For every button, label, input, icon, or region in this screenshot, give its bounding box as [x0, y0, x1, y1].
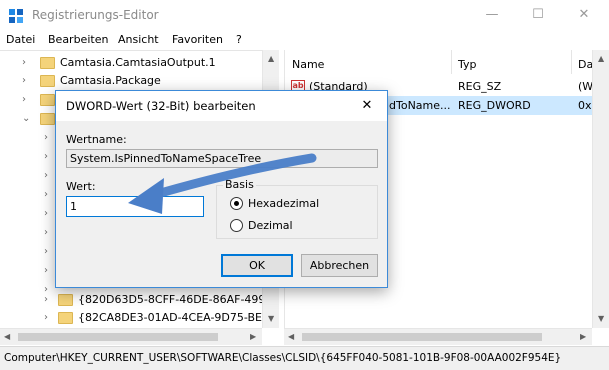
chevron-down-icon[interactable]: ⌄ — [22, 113, 30, 124]
menu-bar: Datei Bearbeiten Ansicht Favoriten ? — [0, 30, 609, 50]
scroll-right-icon[interactable]: ▶ — [250, 332, 256, 341]
menu-help[interactable]: ? — [236, 33, 242, 46]
dec-radio-label[interactable]: Dezimal — [248, 219, 293, 232]
edit-dword-dialog: DWORD-Wert (32-Bit) bearbeiten ✕ Wertnam… — [55, 90, 388, 288]
scroll-up-icon[interactable]: ▲ — [598, 54, 604, 63]
value-name-label: Wertname: — [66, 133, 127, 146]
dialog-close-button[interactable]: ✕ — [347, 91, 387, 121]
column-divider[interactable] — [451, 50, 452, 74]
registry-path: Computer\HKEY_CURRENT_USER\SOFTWARE\Clas… — [4, 352, 562, 364]
scroll-down-icon[interactable]: ▼ — [598, 314, 604, 323]
tree-horizontal-scrollbar[interactable]: ◀ ▶ — [0, 328, 262, 345]
value-type: REG_SZ — [458, 80, 502, 93]
registry-editor-icon — [8, 8, 24, 24]
column-divider[interactable] — [571, 50, 572, 74]
chevron-right-icon[interactable]: › — [22, 57, 26, 68]
tree-item[interactable]: › {820D63D5-8CFF-46DE-86AF-4997l — [0, 291, 275, 310]
scroll-left-icon[interactable]: ◀ — [4, 332, 10, 341]
tree-item[interactable]: › Camtasia.CamtasiaOutput.1 — [0, 54, 262, 73]
folder-icon — [40, 94, 55, 106]
value-data-input[interactable]: 1 — [66, 196, 204, 217]
scroll-thumb[interactable] — [18, 333, 218, 341]
base-label: Basis — [223, 178, 256, 191]
title-bar: Registrierungs-Editor — ☐ ✕ — [0, 0, 609, 30]
window-title: Registrierungs-Editor — [32, 8, 159, 22]
scroll-up-icon[interactable]: ▲ — [268, 54, 274, 63]
chevron-right-icon[interactable]: › — [44, 151, 48, 162]
chevron-right-icon[interactable]: › — [44, 132, 48, 143]
tree-item-label: {82CA8DE3-01AD-4CEA-9D75-BE4l — [78, 311, 273, 324]
scroll-right-icon[interactable]: ▶ — [580, 332, 586, 341]
tree-item-label: Camtasia.CamtasiaOutput.1 — [60, 56, 216, 69]
chevron-right-icon[interactable]: › — [44, 312, 48, 323]
tree-item[interactable]: › Camtasia.Package — [0, 72, 262, 91]
chevron-right-icon[interactable]: › — [22, 94, 26, 105]
values-horizontal-scrollbar[interactable]: ◀ ▶ — [284, 328, 592, 345]
cancel-button[interactable]: Abbrechen — [301, 254, 378, 277]
value-type: REG_DWORD — [458, 99, 531, 112]
tree-item-label: Camtasia.Package — [60, 74, 161, 87]
menu-bearbeiten[interactable]: Bearbeiten — [48, 33, 108, 46]
scroll-thumb[interactable] — [302, 333, 542, 341]
folder-icon — [40, 113, 55, 125]
ok-button[interactable]: OK — [221, 254, 293, 277]
dialog-title: DWORD-Wert (32-Bit) bearbeiten — [66, 99, 256, 113]
chevron-right-icon[interactable]: › — [44, 246, 48, 257]
menu-favoriten[interactable]: Favoriten — [172, 33, 223, 46]
chevron-right-icon[interactable]: › — [44, 227, 48, 238]
scroll-left-icon[interactable]: ◀ — [288, 332, 294, 341]
chevron-right-icon[interactable]: › — [44, 208, 48, 219]
base-groupbox — [216, 185, 378, 239]
hex-radio[interactable] — [230, 197, 243, 210]
minimize-button[interactable]: — — [469, 0, 515, 30]
folder-icon — [40, 57, 55, 69]
radio-selected-dot — [234, 201, 239, 206]
chevron-right-icon[interactable]: › — [22, 75, 26, 86]
folder-icon — [58, 294, 73, 306]
menu-datei[interactable]: Datei — [6, 33, 35, 46]
folder-icon — [40, 75, 55, 87]
close-button[interactable]: ✕ — [561, 0, 607, 30]
column-header-name[interactable]: Name — [292, 58, 324, 71]
chevron-right-icon[interactable]: › — [44, 189, 48, 200]
value-name: dToName... — [389, 99, 451, 112]
scroll-down-icon[interactable]: ▼ — [268, 314, 274, 323]
hex-radio-label[interactable]: Hexadezimal — [248, 197, 319, 210]
tree-item[interactable]: › {82CA8DE3-01AD-4CEA-9D75-BE4l — [0, 309, 272, 328]
column-header-type[interactable]: Typ — [458, 58, 477, 71]
folder-icon — [58, 312, 73, 324]
values-vertical-scrollbar[interactable]: ▲ ▼ — [592, 50, 609, 328]
value-name-field: System.IsPinnedToNameSpaceTree — [66, 149, 378, 168]
status-bar: Computer\HKEY_CURRENT_USER\SOFTWARE\Clas… — [0, 346, 609, 370]
dialog-title-bar[interactable]: DWORD-Wert (32-Bit) bearbeiten ✕ — [56, 91, 387, 121]
chevron-right-icon[interactable]: › — [44, 265, 48, 276]
tree-item-label: {820D63D5-8CFF-46DE-86AF-4997l — [78, 293, 276, 306]
maximize-button[interactable]: ☐ — [515, 0, 561, 30]
chevron-right-icon[interactable]: › — [44, 294, 48, 305]
menu-ansicht[interactable]: Ansicht — [118, 33, 159, 46]
dec-radio[interactable] — [230, 219, 243, 232]
value-data-label: Wert: — [66, 180, 96, 193]
chevron-right-icon[interactable]: › — [44, 170, 48, 181]
